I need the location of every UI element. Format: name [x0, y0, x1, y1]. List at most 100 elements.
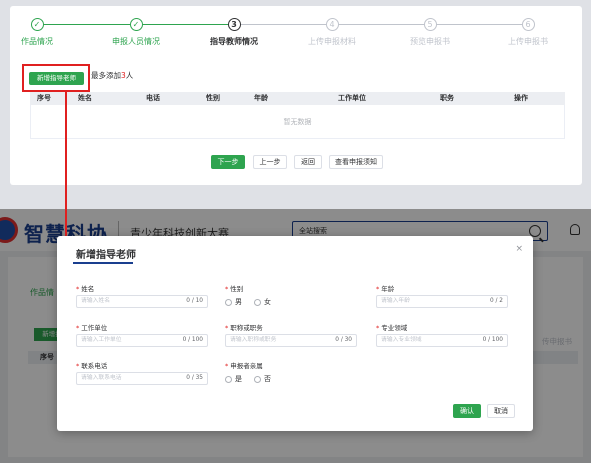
gender-radio-group: 男 女	[225, 296, 357, 308]
age-placeholder: 请输入年龄	[381, 298, 410, 304]
step-connector	[434, 24, 522, 25]
option-label[interactable]: 否	[264, 374, 271, 384]
step-number: 6	[521, 18, 535, 31]
age-field: * 年龄 请输入年龄 0 / 2	[376, 283, 508, 308]
steps-bar: ✓ 作品情况 ✓ 申报人员情况 3 指导教师情况 4 上传申报材料 5 预览申报…	[10, 18, 582, 58]
gender-male-option[interactable]: 男	[225, 297, 242, 307]
phone-field: * 联系电话 请输入联系电话 0 / 35	[76, 360, 208, 385]
col-gender: 性别	[206, 94, 220, 102]
gender-field: * 性别 男 女	[225, 283, 357, 308]
workplace-input[interactable]: 请输入工作单位 0 / 100	[76, 334, 208, 347]
confirm-button[interactable]: 确认	[453, 404, 481, 418]
step-number: 3	[227, 18, 241, 31]
position-label: 职称或职务	[230, 324, 263, 332]
gender-label: 性别	[230, 285, 244, 293]
relative-no-option[interactable]: 否	[254, 374, 271, 384]
col-phone: 电话	[146, 94, 160, 102]
phone-input[interactable]: 请输入联系电话 0 / 35	[76, 372, 208, 385]
specialty-placeholder: 请输入专业领域	[381, 337, 422, 343]
radio-icon[interactable]	[254, 298, 261, 306]
name-label: 姓名	[81, 285, 95, 293]
highlight-box: 新增指导老师	[22, 64, 90, 92]
step-connector	[140, 24, 230, 25]
phone-count: 0 / 35	[186, 375, 203, 381]
age-input[interactable]: 请输入年龄 0 / 2	[376, 295, 508, 308]
radio-icon[interactable]	[225, 375, 232, 383]
position-field: * 职称或职务 请输入职称或职务 0 / 30	[225, 322, 357, 347]
relative-field: * 申报者亲属 是 否	[225, 360, 357, 385]
annotation-arrow-line	[65, 92, 67, 247]
next-button[interactable]: 下一步	[211, 155, 245, 169]
radio-icon[interactable]	[225, 298, 232, 306]
step-4: 4 上传申报材料	[287, 18, 377, 47]
age-label: 年龄	[381, 285, 395, 293]
specialty-label: 专业领域	[381, 324, 408, 332]
position-count: 0 / 30	[335, 337, 352, 343]
prev-button[interactable]: 上一步	[253, 155, 287, 169]
workplace-count: 0 / 100	[182, 337, 203, 343]
step-number: 5	[423, 18, 437, 31]
step-1: ✓ 作品情况	[0, 18, 82, 47]
specialty-field: * 专业领域 请输入专业领域 0 / 100	[376, 322, 508, 347]
col-workplace: 工作单位	[338, 94, 366, 102]
position-input[interactable]: 请输入职称或职务 0 / 30	[225, 334, 357, 347]
step-3: 3 指导教师情况	[189, 18, 279, 47]
position-placeholder: 请输入职称或职务	[230, 337, 277, 343]
limit-suffix: 人	[125, 71, 134, 80]
back-button[interactable]: 返回	[294, 155, 322, 169]
notice-button[interactable]: 查看申报须知	[329, 155, 383, 169]
name-input[interactable]: 请输入姓名 0 / 10	[76, 295, 208, 308]
table-header: 序号 姓名 电话 性别 年龄 工作单位 职务 操作	[30, 92, 565, 105]
radio-icon[interactable]	[254, 375, 261, 383]
workplace-placeholder: 请输入工作单位	[81, 337, 122, 343]
step-connector	[238, 24, 326, 25]
dialog-title: 新增指导老师	[76, 250, 136, 261]
close-icon[interactable]: ×	[515, 244, 523, 254]
option-label[interactable]: 男	[235, 297, 242, 307]
relative-label: 申报者亲属	[230, 362, 263, 370]
option-label[interactable]: 女	[264, 297, 271, 307]
col-name: 姓名	[78, 94, 92, 102]
phone-placeholder: 请输入联系电话	[81, 375, 122, 381]
step-label: 预览申报书	[410, 37, 450, 46]
teacher-table: 序号 姓名 电话 性别 年龄 工作单位 职务 操作 暂无数据	[30, 92, 565, 139]
name-field: * 姓名 请输入姓名 0 / 10	[76, 283, 208, 308]
specialty-input[interactable]: 请输入专业领域 0 / 100	[376, 334, 508, 347]
step-connector	[42, 24, 130, 25]
step-number: 4	[325, 18, 339, 31]
step-check-icon: ✓	[30, 18, 44, 31]
option-label[interactable]: 是	[235, 374, 242, 384]
relative-radio-group: 是 否	[225, 373, 357, 385]
age-count: 0 / 2	[489, 298, 503, 304]
phone-label: 联系电话	[81, 362, 108, 370]
step-6: 6 上传申报书	[483, 18, 573, 47]
col-index: 序号	[37, 94, 51, 102]
gender-female-option[interactable]: 女	[254, 297, 271, 307]
col-age: 年龄	[254, 94, 268, 102]
name-count: 0 / 10	[186, 298, 203, 304]
name-placeholder: 请输入姓名	[81, 298, 110, 304]
workplace-field: * 工作单位 请输入工作单位 0 / 100	[76, 322, 208, 347]
step-label: 指导教师情况	[210, 37, 258, 46]
specialty-count: 0 / 100	[482, 337, 503, 343]
step-connector	[336, 24, 424, 25]
col-action: 操作	[514, 94, 528, 102]
step-check-icon: ✓	[129, 18, 143, 31]
step-label: 上传申报材料	[308, 37, 356, 46]
title-underline	[73, 262, 133, 264]
step-2: ✓ 申报人员情况	[91, 18, 181, 47]
col-position: 职务	[440, 94, 454, 102]
step-label: 上传申报书	[508, 37, 548, 46]
step-5: 5 预览申报书	[385, 18, 475, 47]
limit-prefix: 最多添加	[91, 71, 121, 80]
cancel-button[interactable]: 取消	[487, 404, 515, 418]
step-label: 作品情况	[21, 37, 53, 46]
limit-hint: 最多添加3人	[91, 70, 133, 81]
add-teacher-button[interactable]: 新增指导老师	[29, 72, 84, 85]
relative-yes-option[interactable]: 是	[225, 374, 242, 384]
table-empty: 暂无数据	[30, 105, 565, 139]
add-teacher-dialog: 新增指导老师 × * 姓名 请输入姓名 0 / 10 * 性别 男 女 * 年龄 请输入…	[57, 236, 533, 431]
workplace-label: 工作单位	[81, 324, 108, 332]
top-screenshot-card: ✓ 作品情况 ✓ 申报人员情况 3 指导教师情况 4 上传申报材料 5 预览申报…	[10, 6, 582, 185]
step-label: 申报人员情况	[112, 37, 160, 46]
